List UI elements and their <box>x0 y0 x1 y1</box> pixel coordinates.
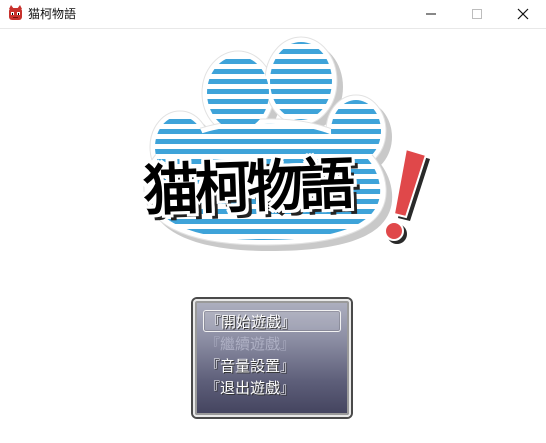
close-icon <box>517 8 529 20</box>
window-title-bar: 猫柯物語 <box>0 0 546 29</box>
game-title-logo-text: 猫柯物語 <box>141 151 353 225</box>
close-button[interactable] <box>500 0 546 28</box>
maximize-icon <box>472 9 482 19</box>
app-red-cat-icon <box>9 5 22 20</box>
maximize-button[interactable] <box>454 0 500 28</box>
minimize-button[interactable] <box>408 0 454 28</box>
window-title: 猫柯物語 <box>28 7 77 21</box>
title-menu: 『開始遊戲』 『繼續遊戲』 『音量設置』 『退出遊戲』 <box>193 299 351 417</box>
menu-item-new-game[interactable]: 『開始遊戲』 <box>203 310 341 332</box>
minimize-icon <box>426 13 436 15</box>
game-canvas: 猫柯物語 『開始遊戲』 『繼續遊戲』 『音量設置』 『退出遊戲』 <box>0 29 546 443</box>
menu-item-continue[interactable]: 『繼續遊戲』 <box>203 333 341 355</box>
menu-item-volume-settings[interactable]: 『音量設置』 <box>203 355 341 377</box>
menu-item-exit-game[interactable]: 『退出遊戲』 <box>203 377 341 399</box>
